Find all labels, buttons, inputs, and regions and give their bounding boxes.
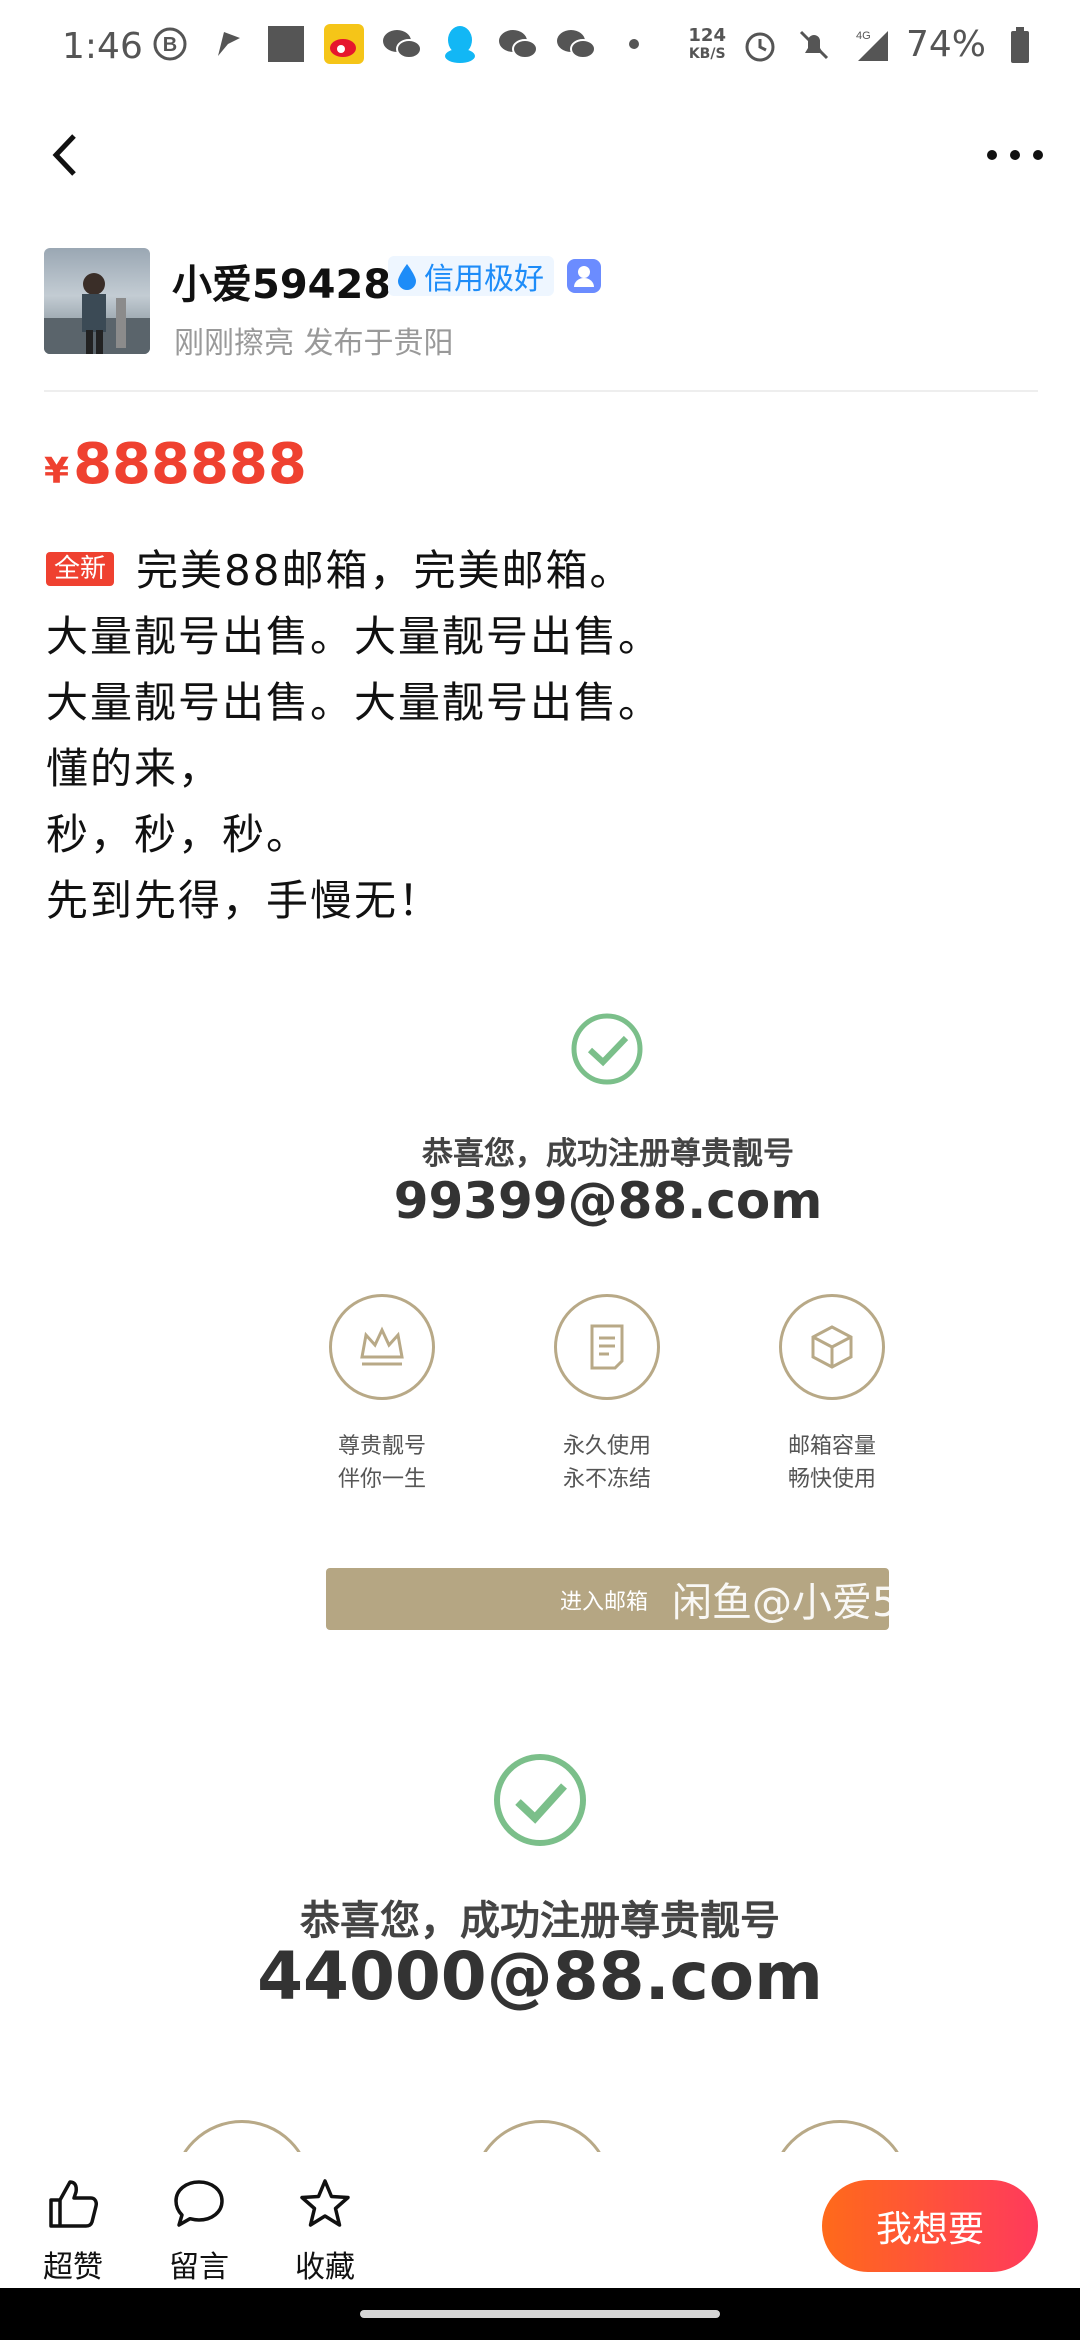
thumbs-up-icon: [49, 2180, 98, 2228]
email-address: 99399@88.com: [393, 1172, 823, 1230]
condition-badge: 全新: [46, 552, 115, 586]
avatar[interactable]: [44, 248, 150, 354]
description-line: 先到先得，手慢无！: [46, 876, 443, 925]
enter-mailbox-button: 进入邮箱 闲鱼@小爱5: [326, 1568, 889, 1630]
description-text: 完美88邮箱，完美邮箱。: [136, 546, 634, 595]
comment-icon: [174, 2180, 224, 2227]
email-address: 44000@88.com: [257, 1938, 823, 2015]
verified-icon[interactable]: [566, 258, 602, 294]
feature-capacity: 邮箱容量 畅快使用: [732, 1294, 932, 1496]
status-bar: 1:46 B 124 KB/S 4G 74%: [0, 0, 1080, 100]
seller-name[interactable]: 小爱59428: [172, 252, 391, 310]
like-button[interactable]: 超赞: [28, 2176, 118, 2286]
price: ¥ 888888: [44, 432, 307, 497]
listing-image-1[interactable]: 恭喜您，成功注册尊贵靓号 99399@88.com 尊贵靓号 伴你一生 永久使用…: [0, 990, 1080, 1670]
alarm-icon: [740, 25, 780, 65]
feature-permanent: 永久使用 永不冻结: [507, 1294, 707, 1496]
box-icon: [811, 1325, 853, 1369]
dot-icon: [614, 24, 654, 64]
weibo-icon: [324, 24, 364, 64]
b-circle-icon: B: [150, 24, 190, 64]
net-speed: 124 KB/S: [688, 24, 726, 63]
home-indicator[interactable]: [360, 2310, 720, 2318]
listing-image-2[interactable]: 恭喜您，成功注册尊贵靓号 44000@88.com: [0, 1740, 1080, 2260]
wechat-icon: [498, 24, 538, 64]
notification-icons: B: [150, 24, 654, 64]
feature-line2: 伴你一生: [337, 1467, 426, 1492]
enter-mailbox-label: 进入邮箱: [560, 1590, 649, 1615]
feature-circle: [779, 1294, 885, 1400]
feature-line1: 邮箱容量: [787, 1434, 876, 1459]
check-circle-icon: [571, 1013, 643, 1085]
crown-icon: [360, 1326, 404, 1366]
qq-icon: [440, 24, 480, 64]
flag-icon: [208, 24, 248, 64]
check-circle-icon: [494, 1754, 586, 1846]
success-title: 恭喜您，成功注册尊贵靓号: [422, 1136, 794, 1172]
comment-button[interactable]: 留言: [154, 2176, 244, 2286]
want-button[interactable]: 我想要: [822, 2180, 1038, 2272]
chevron-left-icon: [52, 134, 76, 176]
feature-circle: [329, 1294, 435, 1400]
credit-badge[interactable]: 信用极好: [388, 256, 554, 297]
like-label: 超赞: [43, 2250, 103, 2285]
svg-text:B: B: [163, 34, 177, 56]
square-icon: [266, 24, 306, 64]
description-line: 全新 完美88邮箱，完美邮箱。: [46, 538, 1046, 604]
signal-icon: 4G: [848, 25, 892, 65]
description-line: 大量靓号出售。大量靓号出售。: [46, 678, 663, 727]
network-label: 4G: [856, 30, 871, 42]
star-icon: [300, 2179, 350, 2227]
feature-premium: 尊贵靓号 伴你一生: [282, 1294, 482, 1496]
drop-icon: [398, 264, 416, 290]
person-photo: [44, 273, 150, 354]
price-amount: 888888: [73, 432, 307, 497]
price-currency: ¥: [44, 451, 70, 492]
description-line: 大量靓号出售。大量靓号出售。: [46, 612, 663, 661]
listing-description: 全新 完美88邮箱，完美邮箱。 大量靓号出售。大量靓号出售。 大量靓号出售。大量靓…: [46, 538, 1046, 934]
feature-line2: 永不冻结: [562, 1467, 651, 1492]
credit-label: 信用极好: [424, 262, 544, 297]
description-line: 懂的来，: [46, 744, 223, 793]
bottom-action-bar: 超赞 留言 收藏 我想要: [0, 2152, 1080, 2288]
feature-line2: 畅快使用: [787, 1467, 876, 1492]
comment-label: 留言: [169, 2250, 229, 2285]
wechat-icon: [556, 24, 596, 64]
more-dots-icon: [987, 150, 1043, 160]
feature-circle: [554, 1294, 660, 1400]
system-nav-bar: [0, 2288, 1080, 2340]
feature-line1: 尊贵靓号: [337, 1434, 426, 1459]
net-speed-unit: KB/S: [688, 45, 726, 62]
net-speed-value: 124: [688, 24, 726, 46]
favorite-label: 收藏: [295, 2250, 355, 2285]
document-icon: [590, 1324, 624, 1370]
feature-line1: 永久使用: [562, 1434, 651, 1459]
divider: [44, 390, 1038, 392]
mute-icon: [794, 25, 834, 65]
battery-percent: 74%: [905, 24, 986, 65]
watermark: 闲鱼@小爱5: [672, 1580, 889, 1626]
more-button[interactable]: [980, 130, 1050, 180]
seller-subtitle: 刚刚擦亮 发布于贵阳: [174, 326, 454, 361]
description-line: 秒，秒，秒。: [46, 810, 311, 859]
back-button[interactable]: [40, 120, 100, 190]
battery-icon: [1000, 25, 1040, 65]
status-time: 1:46: [62, 26, 143, 67]
status-right: 124 KB/S 4G 74%: [688, 24, 1040, 65]
favorite-button[interactable]: 收藏: [280, 2176, 370, 2286]
wechat-icon: [382, 24, 422, 64]
